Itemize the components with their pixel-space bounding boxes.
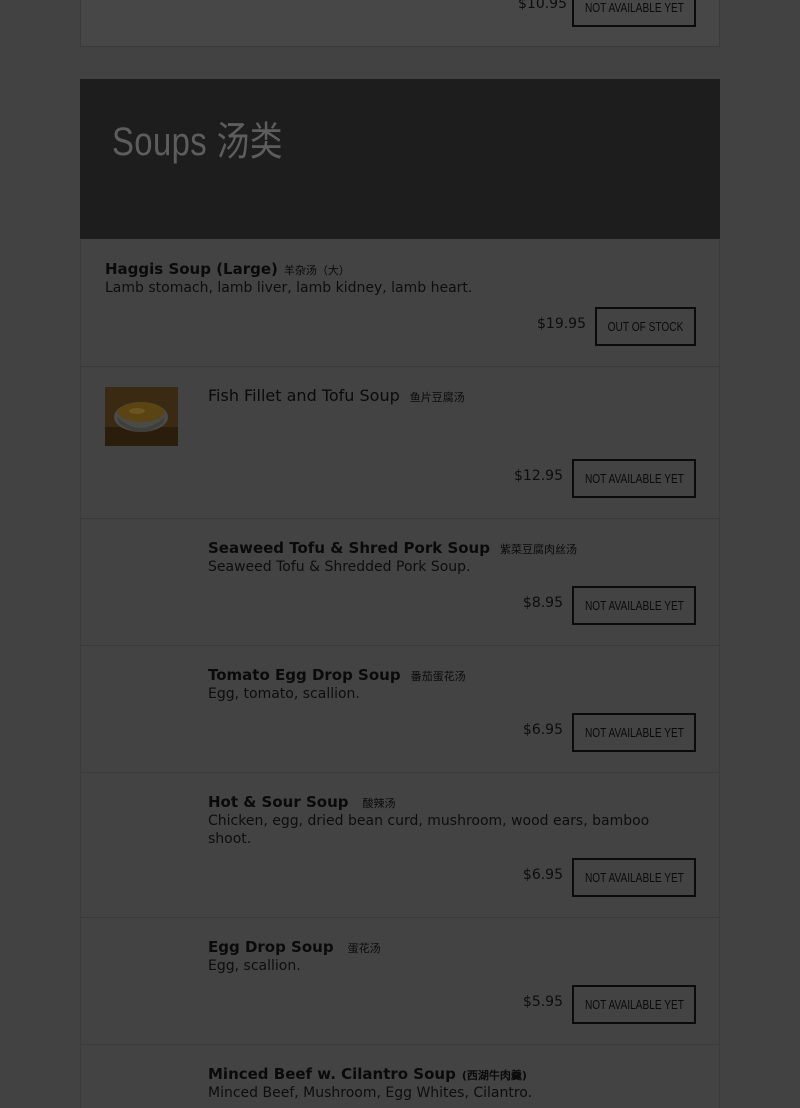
menu-item[interactable]: Fish Fillet and Tofu Soup 鱼片豆腐汤 $12.95 No… <box>80 367 720 519</box>
item-description: Lamb stomach, lamb liver, lamb kidney, l… <box>105 280 473 296</box>
item-price: $12.95 <box>514 468 563 484</box>
item-description: Minced Beef, Mushroom, Egg Whites, Cilan… <box>208 1085 533 1101</box>
item-description: Chicken, egg, dried bean curd, mushroom,… <box>208 813 650 847</box>
item-name-cn: 番茄蛋花汤 <box>410 670 466 683</box>
not-available-button[interactable]: Not Available Yet <box>572 985 696 1024</box>
item-name: Fish Fillet and Tofu Soup 鱼片豆腐汤 <box>208 386 465 405</box>
section-title: Soups 汤类 <box>112 120 283 164</box>
item-name-cn: 羊杂汤（大） <box>283 264 350 277</box>
item-price: $6.95 <box>522 722 563 738</box>
not-available-button[interactable]: Not Available Yet <box>572 0 696 27</box>
item-name: Haggis Soup (Large) 羊杂汤（大） <box>105 260 350 278</box>
item-name: Seaweed Tofu & Shred Pork Soup 紫菜豆腐肉丝汤 <box>208 539 577 557</box>
item-price: $10.95 <box>518 0 567 12</box>
item-name-en: Hot & Sour Soup <box>208 793 349 811</box>
item-description: Egg, scallion. <box>208 958 301 974</box>
item-name: Minced Beef w. Cilantro Soup (西湖牛肉羹) <box>208 1065 527 1083</box>
not-available-button[interactable]: Not Available Yet <box>572 459 696 498</box>
menu-item[interactable]: Tomato Egg Drop Soup 番茄蛋花汤 Egg, tomato, s… <box>80 646 720 773</box>
not-available-button[interactable]: Not Available Yet <box>572 586 696 625</box>
item-description: Seaweed Tofu & Shredded Pork Soup. <box>208 559 471 575</box>
previous-menu-item: $10.95 Not Available Yet <box>80 0 720 47</box>
item-name-en: Tomato Egg Drop Soup <box>208 666 401 684</box>
menu-item[interactable]: Egg Drop Soup 蛋花汤 Egg, scallion. $5.95 No… <box>80 918 720 1045</box>
item-name-en: Seaweed Tofu & Shred Pork Soup <box>208 539 490 557</box>
item-description: Egg, tomato, scallion. <box>208 686 360 702</box>
item-name-cn: (西湖牛肉羹) <box>461 1069 527 1082</box>
soup-bowl-photo[interactable] <box>105 387 178 446</box>
item-name: Hot & Sour Soup 酸辣汤 <box>208 793 396 811</box>
section-header: Soups 汤类 <box>80 79 720 239</box>
item-name-cn: 蛋花汤 <box>347 942 381 955</box>
item-name-cn: 酸辣汤 <box>362 797 396 810</box>
item-name-en: Egg Drop Soup <box>208 938 334 956</box>
item-name: Tomato Egg Drop Soup 番茄蛋花汤 <box>208 666 466 684</box>
item-name-en: Minced Beef w. Cilantro Soup <box>208 1065 456 1083</box>
not-available-button[interactable]: Not Available Yet <box>572 858 696 897</box>
menu-item[interactable]: Hot & Sour Soup 酸辣汤 Chicken, egg, dried b… <box>80 773 720 918</box>
item-name-en: Haggis Soup (Large) <box>105 260 278 278</box>
soup-bowl-icon <box>105 387 178 446</box>
not-available-button[interactable]: Not Available Yet <box>572 713 696 752</box>
menu-item[interactable]: Haggis Soup (Large) 羊杂汤（大） Lamb stomach, … <box>80 239 720 367</box>
item-price: $5.95 <box>522 994 563 1010</box>
item-price: $6.95 <box>522 867 563 883</box>
item-name-cn: 紫菜豆腐肉丝汤 <box>499 543 577 556</box>
item-price: $19.95 <box>537 316 586 332</box>
menu-item[interactable]: Seaweed Tofu & Shred Pork Soup 紫菜豆腐肉丝汤 Se… <box>80 519 720 646</box>
item-name-en: Fish Fillet and Tofu Soup <box>208 386 400 405</box>
item-name-cn: 鱼片豆腐汤 <box>409 391 465 404</box>
item-price: $8.95 <box>522 595 563 611</box>
menu-item[interactable]: Minced Beef w. Cilantro Soup (西湖牛肉羹) Minc… <box>80 1045 720 1108</box>
out-of-stock-button[interactable]: Out of stock <box>595 307 696 346</box>
item-name: Egg Drop Soup 蛋花汤 <box>208 938 381 956</box>
